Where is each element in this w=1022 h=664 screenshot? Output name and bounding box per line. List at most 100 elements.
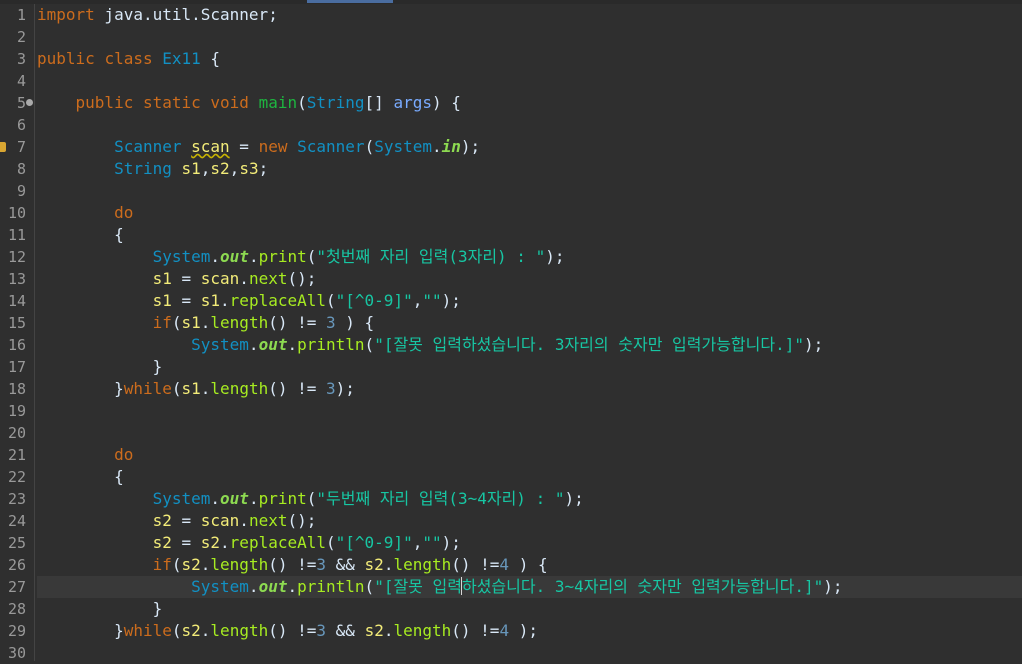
code-line-4[interactable]: [37, 70, 1022, 92]
code-token: out: [258, 335, 288, 354]
code-token: if: [152, 555, 172, 574]
gutter-line-26[interactable]: 26: [0, 554, 34, 576]
gutter-line-18[interactable]: 18: [0, 378, 34, 400]
code-line-5[interactable]: public static void main(String[] args) {: [37, 92, 1022, 114]
code-token: .: [248, 577, 259, 596]
code-token: =: [171, 291, 201, 310]
code-token: length: [210, 555, 269, 574]
code-token: );: [804, 335, 824, 354]
java-code-editor[interactable]: 1 2 3 4 5 6 7 8 9 10 11 12 13 14 15 16 17 18 19 20 21 22 23 24 2…: [0, 0, 1022, 664]
code-line-9[interactable]: [37, 180, 1022, 202]
code-token: Scanner: [297, 137, 365, 156]
code-token: .: [220, 291, 230, 310]
gutter-line-12[interactable]: 12: [0, 246, 34, 268]
gutter-line-8[interactable]: 8: [0, 158, 34, 180]
code-line-15[interactable]: if(s1.length() != 3 ) {: [37, 312, 1022, 334]
code-line-18[interactable]: }while(s1.length() != 3);: [37, 378, 1022, 400]
code-token: public: [37, 49, 95, 68]
code-token: replaceAll: [229, 533, 326, 552]
code-token: replaceAll: [229, 291, 326, 310]
gutter-line-13[interactable]: 13: [0, 268, 34, 290]
gutter-line-20[interactable]: 20: [0, 422, 34, 444]
code-token: () !=: [268, 313, 326, 332]
gutter-line-27[interactable]: 27: [0, 576, 34, 598]
gutter-line-2[interactable]: 2: [0, 26, 34, 48]
code-line-11[interactable]: {: [37, 224, 1022, 246]
code-line-12[interactable]: System.out.print("첫번째 자리 입력(3자리) : ");: [37, 246, 1022, 268]
code-token: .: [248, 489, 259, 508]
gutter-line-15[interactable]: 15: [0, 312, 34, 334]
code-line-28[interactable]: }: [37, 598, 1022, 620]
line-number-gutter[interactable]: 1 2 3 4 5 6 7 8 9 10 11 12 13 14 15 16 17 18 19 20 21 22 23 24 2…: [0, 4, 34, 662]
code-line-17[interactable]: }: [37, 356, 1022, 378]
code-token: }: [37, 357, 163, 376]
gutter-line-3[interactable]: 3: [0, 48, 34, 70]
gutter-line-16[interactable]: 16: [0, 334, 34, 356]
gutter-line-21[interactable]: 21: [0, 444, 34, 466]
code-line-27[interactable]: System.out.println("[잘못 입력하셨습니다. 3~4자리의 …: [37, 576, 1022, 598]
gutter-line-23[interactable]: 23: [0, 488, 34, 510]
code-token: "[^0-9]": [335, 291, 413, 310]
code-token: print: [258, 247, 307, 266]
gutter-line-1[interactable]: 1: [0, 4, 34, 26]
gutter-line-17[interactable]: 17: [0, 356, 34, 378]
code-line-24[interactable]: s2 = scan.next();: [37, 510, 1022, 532]
line-number: 17: [7, 358, 26, 376]
code-token: (: [364, 335, 375, 354]
gutter-line-28[interactable]: 28: [0, 598, 34, 620]
gutter-line-4[interactable]: 4: [0, 70, 34, 92]
code-line-3[interactable]: public class Ex11 {: [37, 48, 1022, 70]
active-editor-tab[interactable]: [307, 0, 393, 3]
code-line-22[interactable]: {: [37, 466, 1022, 488]
gutter-line-29[interactable]: 29: [0, 620, 34, 642]
code-token: =: [229, 137, 259, 156]
code-token: &&: [326, 621, 365, 640]
code-token: "두번째 자리 입력(3~4자리) : ": [316, 489, 565, 508]
code-token: {: [200, 49, 221, 68]
override-icon[interactable]: [26, 99, 33, 106]
code-token: .: [220, 533, 230, 552]
code-line-21[interactable]: do: [37, 444, 1022, 466]
code-line-14[interactable]: s1 = s1.replaceAll("[^0-9]","");: [37, 290, 1022, 312]
code-token: }: [37, 379, 124, 398]
gutter-line-6[interactable]: 6: [0, 114, 34, 136]
code-area[interactable]: import java.util.Scanner; public class Ex…: [37, 4, 1022, 664]
code-line-29[interactable]: }while(s2.length() !=3 && s2.length() !=…: [37, 620, 1022, 642]
code-line-20[interactable]: [37, 422, 1022, 444]
code-line-13[interactable]: s1 = scan.next();: [37, 268, 1022, 290]
gutter-line-9[interactable]: 9: [0, 180, 34, 202]
code-line-2[interactable]: [37, 26, 1022, 48]
warning-marker-icon[interactable]: [0, 142, 6, 152]
gutter-line-24[interactable]: 24: [0, 510, 34, 532]
code-token: () !=: [268, 555, 317, 574]
code-line-6[interactable]: [37, 114, 1022, 136]
line-number: 26: [7, 556, 26, 574]
line-number: 9: [16, 182, 26, 200]
gutter-line-25[interactable]: 25: [0, 532, 34, 554]
gutter-line-5[interactable]: 5: [0, 92, 34, 114]
code-line-7[interactable]: Scanner scan = new Scanner(System.in);: [37, 136, 1022, 158]
code-line-25[interactable]: s2 = s2.replaceAll("[^0-9]","");: [37, 532, 1022, 554]
code-line-23[interactable]: System.out.print("두번째 자리 입력(3~4자리) : ");: [37, 488, 1022, 510]
gutter-line-19[interactable]: 19: [0, 400, 34, 422]
code-token: 3: [326, 313, 336, 332]
code-line-10[interactable]: do: [37, 202, 1022, 224]
gutter-line-22[interactable]: 22: [0, 466, 34, 488]
gutter-line-10[interactable]: 10: [0, 202, 34, 224]
line-number: 20: [7, 424, 26, 442]
code-line-16[interactable]: System.out.println("[잘못 입력하셨습니다. 3자리의 숫자…: [37, 334, 1022, 356]
code-token: print: [258, 489, 307, 508]
gutter-line-11[interactable]: 11: [0, 224, 34, 246]
code-line-19[interactable]: [37, 400, 1022, 422]
gutter-line-14[interactable]: 14: [0, 290, 34, 312]
code-line-1[interactable]: import java.util.Scanner;: [37, 4, 1022, 26]
gutter-line-7[interactable]: 7: [0, 136, 34, 158]
code-token: );: [441, 533, 461, 552]
code-line-8[interactable]: String s1,s2,s3;: [37, 158, 1022, 180]
code-token: s1: [200, 291, 221, 310]
code-line-26[interactable]: if(s2.length() !=3 && s2.length() !=4 ) …: [37, 554, 1022, 576]
code-token: .: [239, 511, 249, 530]
